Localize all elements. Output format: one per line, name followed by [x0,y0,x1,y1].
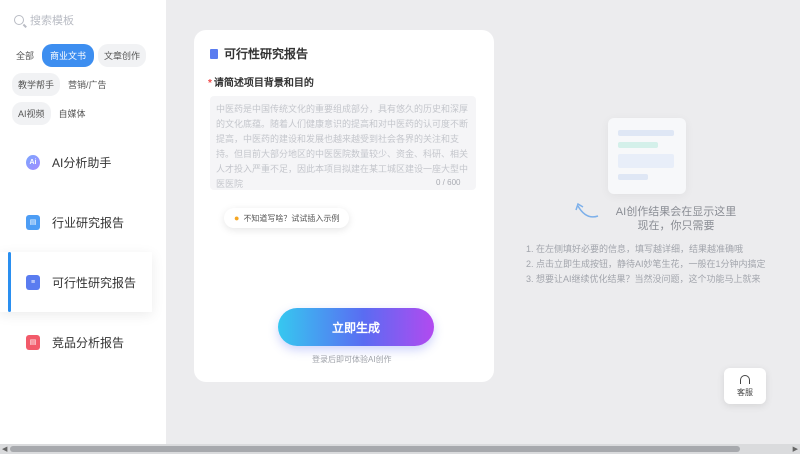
step-3: 3. 想要让AI继续优化结果？当然没问题，这个功能马上就来 [526,274,761,284]
generate-button[interactable]: 立即生成 [278,308,434,346]
search-icon [14,15,24,25]
headset-icon [740,374,750,384]
template-nav: Ai AI分析助手 ▤ 行业研究报告 ≡ 可行性研究报告 ▤ 竞品分析报告 [0,132,166,372]
lightbulb-icon: ● [234,213,240,223]
nav-item-industry-report[interactable]: ▤ 行业研究报告 [0,192,166,252]
char-counter: 0 / 600 [436,178,461,187]
chip-ai-video[interactable]: AI视频 [12,102,51,125]
nav-item-label: 行业研究报告 [52,215,125,230]
document-icon: ≡ [26,274,40,290]
nav-item-label: 竞品分析报告 [52,335,125,350]
insert-example-button[interactable]: ● 不知道写啥？试试插入示例 [224,208,350,228]
form-card: 可行性研究报告 * 请简述项目背景和目的 中医药是中国传统文化的重要组成部分，具有… [194,30,494,382]
result-placeholder-title: AI创作结果会在显示这里 现在，你只需要 [596,205,756,233]
result-illustration [608,118,686,194]
nav-item-ai-assistant[interactable]: Ai AI分析助手 [0,132,166,192]
step-2: 2. 点击立即生成按钮，静待AI妙笔生花，一般在1分钟内搞定 [526,259,766,269]
document-icon [210,48,218,59]
search-box[interactable]: 搜索模板 [14,12,74,28]
customer-service-button[interactable]: 客服 [724,368,766,404]
compare-icon: ▤ [26,334,40,350]
search-input[interactable]: 搜索模板 [30,12,74,28]
scroll-left-icon[interactable]: ◀ [2,445,7,453]
customer-service-label: 客服 [737,387,753,397]
login-note: 登录后即可体验AI创作 [312,355,392,364]
scrollbar-thumb[interactable] [10,446,740,452]
chip-self-media[interactable]: 自媒体 [55,102,90,125]
ai-icon: Ai [26,154,40,170]
result-title-line1: AI创作结果会在显示这里 [615,206,737,218]
horizontal-scrollbar[interactable]: ◀ ▶ [0,444,800,454]
form-title-text: 可行性研究报告 [224,47,309,61]
step-1: 1. 在左侧填好必要的信息，填写越详细，结果越准确哦 [526,244,744,254]
nav-item-label: AI分析助手 [52,155,112,170]
nav-item-competitor-report[interactable]: ▤ 竞品分析报告 [0,312,166,372]
chip-marketing[interactable]: 营销/广告 [64,73,111,96]
report-icon: ▤ [26,214,40,230]
nav-item-feasibility-report[interactable]: ≡ 可行性研究报告 [0,252,152,312]
nav-item-label: 可行性研究报告 [52,275,137,290]
required-mark: * [208,78,212,89]
field-label-text: 请简述项目背景和目的 [213,78,314,89]
chip-all[interactable]: 全部 [12,44,38,67]
field-label: * 请简述项目背景和目的 [208,74,314,89]
chip-teaching[interactable]: 教学帮手 [12,73,61,96]
result-title-line2: 现在，你只需要 [637,220,715,232]
instruction-steps: 1. 在左侧填好必要的信息，填写越详细，结果越准确哦 2. 点击立即生成按钮，静… [526,242,766,287]
chip-article-writing[interactable]: 文章创作 [98,44,147,67]
chip-business-docs[interactable]: 商业文书 [42,44,95,67]
scroll-right-icon[interactable]: ▶ [793,445,798,453]
insert-example-label: 不知道写啥？试试插入示例 [243,213,340,223]
category-chips: 全部 商业文书 文章创作 教学帮手 营销/广告 AI视频 自媒体 [12,44,162,131]
background-textarea[interactable]: 中医药是中国传统文化的重要组成部分，具有悠久的历史和深厚的文化底蕴。随着人们健康… [210,96,476,190]
sidebar: 搜索模板 全部 商业文书 文章创作 教学帮手 营销/广告 AI视频 自媒体 Ai… [0,0,166,444]
form-title: 可行性研究报告 [210,45,308,62]
